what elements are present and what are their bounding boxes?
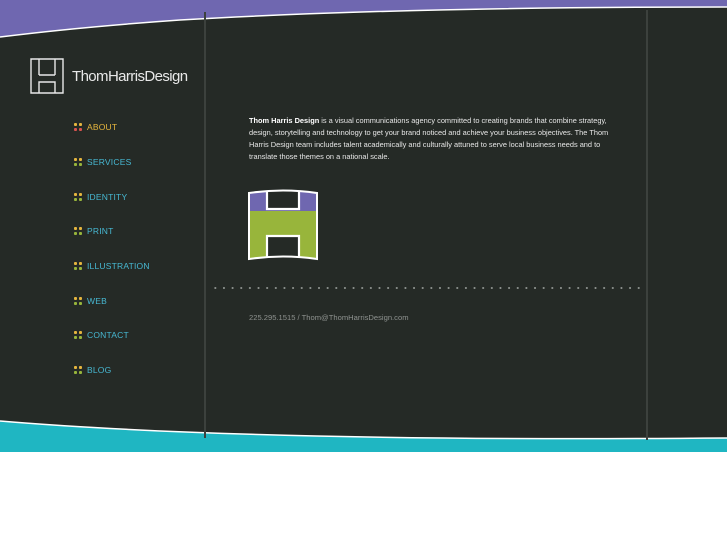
brand-h-mark-icon [248,189,318,261]
nav-bullet-icon [74,262,82,271]
intro-company-name: Thom Harris Design [249,116,320,125]
nav-item-services[interactable]: SERVICES [74,145,150,180]
nav-bullet-icon [74,296,82,305]
nav-item-identity[interactable]: IDENTITY [74,179,150,214]
nav-bullet-icon [74,331,82,340]
sidebar-divider [204,12,206,438]
nav-item-print[interactable]: PRINT [74,214,150,249]
nav-item-label: CONTACT [87,330,129,341]
site-logo-link[interactable]: ThomHarrisDesign [30,58,188,94]
nav-item-label: WEB [87,295,107,306]
right-divider [646,10,648,440]
logo-wordmark: ThomHarrisDesign [72,67,188,85]
top-purple-band [0,0,727,37]
nav-item-illustration[interactable]: ILLUSTRATION [74,249,150,284]
page-frame: ThomHarrisDesign ABOUT SERVICES IDENTITY PR… [0,0,727,452]
nav-bullet-icon [74,158,82,167]
nav-item-contact[interactable]: CONTACT [74,318,150,353]
nav-item-label: SERVICES [87,157,132,168]
intro-paragraph: Thom Harris Design is a visual communica… [249,115,609,163]
nav-bullet-icon [74,123,82,132]
main-navigation: ABOUT SERVICES IDENTITY PRINT ILLUSTRATION WE… [74,110,150,388]
nav-item-label: IDENTITY [87,191,128,202]
logo-h-icon [30,58,64,94]
nav-item-label: ABOUT [87,122,118,133]
nav-bullet-icon [74,227,82,236]
nav-item-about[interactable]: ABOUT [74,110,150,145]
contact-info[interactable]: 225.295.1515 / Thom@ThomHarrisDesign.com [249,313,409,322]
nav-item-web[interactable]: WEB [74,283,150,318]
nav-bullet-icon [74,192,82,201]
nav-bullet-icon [74,366,82,375]
nav-item-label: PRINT [87,226,114,237]
nav-item-label: ILLUSTRATION [87,261,150,272]
dotted-divider [211,287,641,289]
nav-item-blog[interactable]: BLOG [74,353,150,388]
nav-item-label: BLOG [87,365,112,376]
